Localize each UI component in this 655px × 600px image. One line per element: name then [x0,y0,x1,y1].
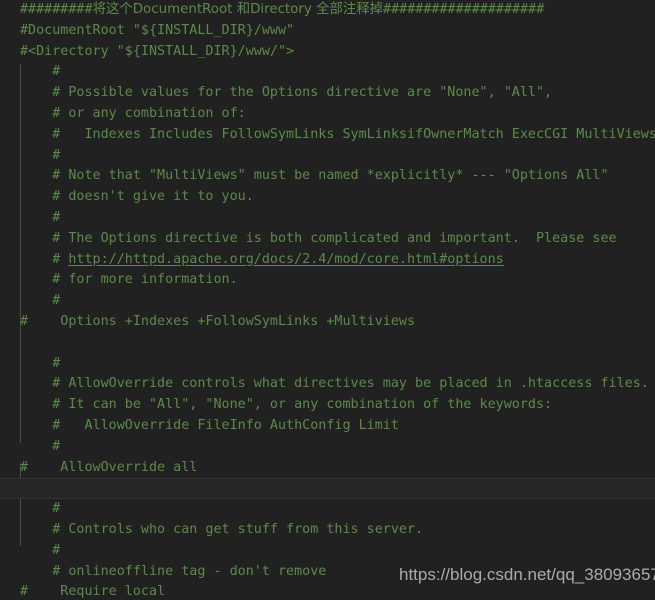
code-line-text: # It can be "All", "None", or any combin… [20,397,553,413]
banner-hash-prefix: ######### [20,2,93,17]
code-line-text: # [20,209,61,225]
code-line-text: #<Directory "${INSTALL_DIR}/www/"> [20,43,295,59]
code-line[interactable]: # [0,499,655,520]
code-line-text: # Note that "MultiViews" must be named *… [20,168,609,184]
code-line[interactable]: # AllowOverride all [0,458,655,479]
code-line[interactable]: # Possible values for the Options direct… [0,83,655,104]
code-line[interactable]: # [0,291,655,312]
code-line[interactable]: # [0,437,655,458]
code-line[interactable] [0,478,655,500]
code-editor-pane[interactable]: #########将这个DocumentRoot 和Directory 全部注释… [0,0,655,600]
code-line-text: # [20,64,61,80]
code-line[interactable] [0,333,655,354]
code-line-text: # or any combination of: [20,105,246,121]
code-line[interactable]: # doesn't give it to you. [0,187,655,208]
code-line[interactable]: # onlineoffline tag - don't remove [0,562,655,583]
code-line-text: # doesn't give it to you. [20,189,254,205]
code-line[interactable]: # AllowOverride controls what directives… [0,374,655,395]
code-line-text: # [20,438,61,454]
code-line-text: # The Options directive is both complica… [20,230,617,246]
code-line-text: # for more information. [20,272,238,288]
code-line[interactable]: #########将这个DocumentRoot 和Directory 全部注释… [0,0,655,21]
code-line[interactable]: # Require local [0,582,655,600]
code-line[interactable]: # Indexes Includes FollowSymLinks SymLin… [0,125,655,146]
code-line[interactable]: #<Directory "${INSTALL_DIR}/www/"> [0,42,655,63]
apache-docs-link[interactable]: http://httpd.apache.org/docs/2.4/mod/cor… [68,252,503,267]
code-line[interactable]: # AllowOverride FileInfo AuthConfig Limi… [0,416,655,437]
code-line[interactable]: # [0,208,655,229]
code-line[interactable]: # Note that "MultiViews" must be named *… [0,166,655,187]
banner-note-cjk: 将这个DocumentRoot 和Directory 全部注释掉 [92,2,384,17]
banner-hash-suffix: #################### [383,2,545,17]
code-line-text: # [20,542,61,558]
code-line-text: # [20,501,61,517]
code-line[interactable]: #DocumentRoot "${INSTALL_DIR}/www" [0,21,655,42]
code-line-text: # Require local [20,584,166,600]
code-line[interactable]: # [0,354,655,375]
code-line-text: # onlineoffline tag - don't remove [20,563,327,579]
code-line[interactable]: # The Options directive is both complica… [0,229,655,250]
code-lines-container[interactable]: #########将这个DocumentRoot 和Directory 全部注释… [0,0,655,600]
code-line[interactable]: # for more information. [0,270,655,291]
code-line-text: # [20,147,61,163]
code-line[interactable]: # Controls who can get stuff from this s… [0,520,655,541]
code-line[interactable]: # It can be "All", "None", or any combin… [0,395,655,416]
code-line-text: # Options +Indexes +FollowSymLinks +Mult… [20,313,416,329]
code-line[interactable]: # Options +Indexes +FollowSymLinks +Mult… [0,312,655,333]
code-line-text: # AllowOverride all [20,459,198,475]
code-line[interactable]: # [0,146,655,167]
code-line-text: # Possible values for the Options direct… [20,85,553,101]
comment-marker: # [20,251,69,267]
code-line-text: # AllowOverride controls what directives… [20,376,649,392]
code-line-text: # [20,293,61,309]
code-line[interactable]: # or any combination of: [0,104,655,125]
code-line[interactable]: # http://httpd.apache.org/docs/2.4/mod/c… [0,250,655,271]
code-line[interactable]: # [0,62,655,83]
code-line[interactable]: # [0,541,655,562]
code-line-text: #DocumentRoot "${INSTALL_DIR}/www" [20,22,295,38]
code-line-text: # [20,355,61,371]
code-line-text: # Controls who can get stuff from this s… [20,521,424,537]
code-line-text: # AllowOverride FileInfo AuthConfig Limi… [20,417,399,433]
code-line-text: # Indexes Includes FollowSymLinks SymLin… [20,126,655,142]
